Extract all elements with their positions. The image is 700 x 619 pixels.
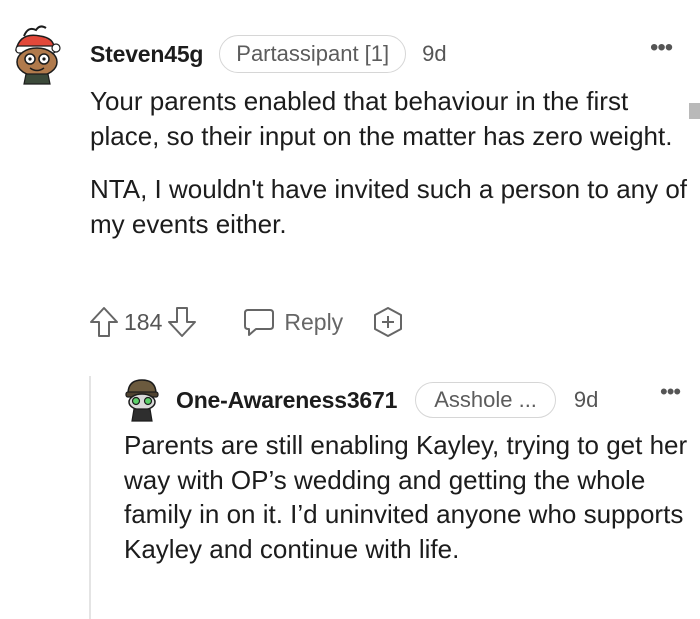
downvote-button[interactable] <box>166 305 198 339</box>
comment-age: 9d <box>422 41 447 66</box>
comment-body: Parents are still enabling Kayley, tryin… <box>124 428 694 584</box>
more-options-button[interactable]: ••• <box>660 381 681 403</box>
speech-bubble-icon <box>244 309 275 336</box>
scrollbar-thumb[interactable] <box>689 103 700 119</box>
comment-meta: Steven45g Partassipant [1] 9d <box>90 34 447 74</box>
upvote-button[interactable] <box>88 305 120 339</box>
comment: Steven45g Partassipant [1] 9d ••• Your p… <box>0 0 700 360</box>
reply-button[interactable]: Reply <box>242 306 343 338</box>
comment-age: 9d <box>573 387 599 412</box>
reply-label: Reply <box>284 308 344 335</box>
user-avatar[interactable] <box>10 22 64 86</box>
snoo-avatar-helmet-icon <box>125 379 159 422</box>
reply-comment: One-Awareness3671 Asshole ... 9d ••• Par… <box>0 370 700 619</box>
comment-actions: 184 Reply <box>88 302 405 342</box>
arrow-up-icon <box>90 307 118 337</box>
more-options-button[interactable]: ••• <box>650 36 673 60</box>
snoo-avatar-santa-hat-icon <box>15 25 61 85</box>
comment-body: Your parents enabled that behaviour in t… <box>90 84 690 260</box>
user-avatar[interactable] <box>124 378 160 422</box>
vote-count: 184 <box>124 308 163 335</box>
comment-paragraph: NTA, I wouldn't have invited such a pers… <box>90 174 688 239</box>
user-flair: Asshole ... <box>415 382 556 418</box>
comment-paragraph: Parents are still enabling Kayley, tryin… <box>124 430 688 564</box>
username[interactable]: Steven45g <box>90 41 203 68</box>
username[interactable]: One-Awareness3671 <box>176 387 397 414</box>
comment-paragraph: Your parents enabled that behaviour in t… <box>90 86 673 151</box>
comment-meta: One-Awareness3671 Asshole ... 9d <box>176 380 598 420</box>
award-plus-icon <box>374 307 403 337</box>
arrow-down-icon <box>168 307 197 337</box>
award-button[interactable] <box>371 305 405 339</box>
user-flair: Partassipant [1] <box>219 35 407 73</box>
